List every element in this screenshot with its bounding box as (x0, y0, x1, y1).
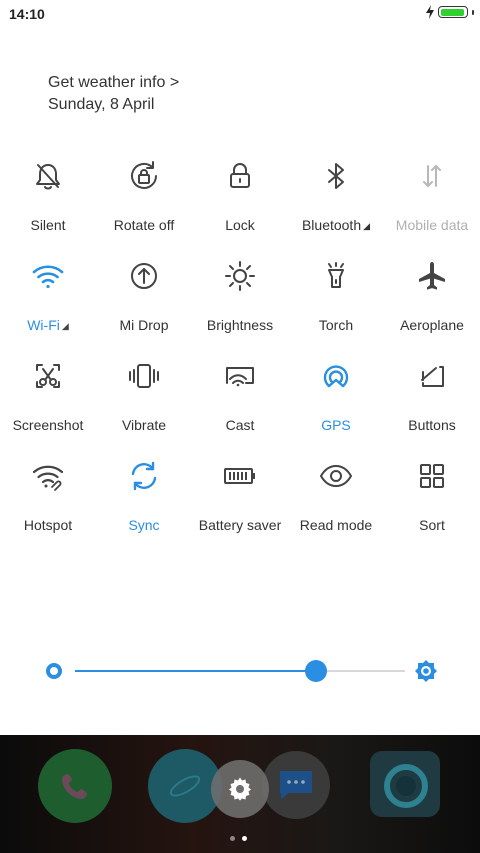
status-time: 14:10 (9, 6, 45, 22)
toggle-label: Read mode (299, 517, 373, 533)
toggle-cast[interactable]: Cast (192, 350, 288, 450)
toggle-label: Sort (419, 517, 445, 533)
toggle-label: Brightness (206, 317, 274, 333)
brightness-icon (225, 261, 255, 291)
toggle-screenshot[interactable]: Screenshot (0, 350, 96, 450)
phone-icon (62, 774, 87, 799)
toggle-label: Wi-Fi ◢ (27, 317, 69, 333)
vibrate-icon (129, 364, 159, 388)
toggle-label: Vibrate (121, 417, 167, 433)
toggle-label: Screenshot (12, 417, 84, 433)
toggle-lock[interactable]: Lock (192, 150, 288, 250)
toggle-label: Aeroplane (400, 317, 464, 333)
toggle-label: Hotspot (23, 517, 73, 533)
gps-icon (323, 365, 349, 388)
torch-icon (328, 262, 344, 288)
toggle-read-mode[interactable]: Read mode (288, 450, 384, 550)
status-icons (425, 5, 474, 19)
toggle-sync[interactable]: Sync (96, 450, 192, 550)
gear-icon (229, 777, 251, 801)
status-bar: 14:10 (0, 0, 480, 28)
settings-button[interactable] (211, 760, 269, 818)
toggle-gps[interactable]: GPS (288, 350, 384, 450)
expand-triangle-icon: ◢ (363, 221, 371, 231)
toggle-aeroplane[interactable]: Aeroplane (384, 250, 480, 350)
toggle-label: Lock (225, 217, 255, 233)
brightness-slider[interactable] (0, 650, 480, 694)
toggle-label: Battery saver (198, 517, 282, 533)
toggle-battery-saver[interactable]: Battery saver (192, 450, 288, 550)
weather-widget[interactable]: Get weather info > Sunday, 8 April (48, 72, 179, 116)
toggle-label: Rotate off (113, 217, 175, 233)
camera-app[interactable] (370, 751, 440, 817)
brightness-knob[interactable] (305, 660, 327, 682)
toggle-label: GPS (321, 417, 351, 433)
screenshot-icon (36, 364, 60, 388)
page-indicator (230, 836, 247, 841)
aeroplane-icon (419, 262, 445, 290)
toggle-mi-drop[interactable]: Mi Drop (96, 250, 192, 350)
silent-icon (36, 164, 60, 190)
brightness-track[interactable] (75, 670, 405, 672)
toggle-wifi[interactable]: Wi-Fi ◢ (0, 250, 96, 350)
toggle-mobile-data[interactable]: Mobile data (384, 150, 480, 250)
toggle-rotate-off[interactable]: Rotate off (96, 150, 192, 250)
sort-icon (420, 464, 444, 488)
brightness-fill (75, 670, 316, 672)
toggle-torch[interactable]: Torch (288, 250, 384, 350)
messages-app[interactable] (262, 751, 330, 819)
mobile-data-icon (423, 165, 441, 187)
battery-saver-icon (224, 468, 255, 484)
toggle-brightness[interactable]: Brightness (192, 250, 288, 350)
lock-icon (230, 163, 250, 188)
buttons-icon (421, 366, 444, 387)
toggle-hotspot[interactable]: Hotspot (0, 450, 96, 550)
toggle-buttons[interactable]: Buttons (384, 350, 480, 450)
toggle-vibrate[interactable]: Vibrate (96, 350, 192, 450)
rotate-off-icon (131, 161, 157, 189)
toggle-label: Silent (30, 217, 66, 233)
toggle-label: Buttons (408, 417, 456, 433)
toggle-label: Mobile data (395, 217, 469, 233)
toggle-label: Torch (318, 317, 354, 333)
expand-triangle-icon: ◢ (61, 321, 69, 331)
bluetooth-icon (328, 163, 344, 189)
toggle-label: Sync (128, 517, 160, 533)
toggle-bluetooth[interactable]: Bluetooth ◢ (288, 150, 384, 250)
messages-icon (280, 771, 312, 799)
browser-icon (169, 775, 201, 797)
battery-tip (472, 9, 474, 15)
wifi-icon (32, 265, 64, 289)
hotspot-icon (32, 465, 64, 491)
brightness-low-icon (46, 663, 62, 679)
toggle-label: Cast (225, 417, 255, 433)
camera-icon (384, 764, 428, 808)
weather-link[interactable]: Get weather info > (48, 72, 179, 94)
toggle-silent[interactable]: Silent (0, 150, 96, 250)
brightness-high-icon (415, 660, 437, 682)
date-label: Sunday, 8 April (48, 96, 155, 113)
mi-drop-icon (131, 263, 157, 289)
charging-icon (426, 5, 434, 19)
battery-icon (438, 6, 468, 18)
page-dot (230, 836, 235, 841)
phone-app[interactable] (38, 749, 112, 823)
toggle-label: Mi Drop (119, 317, 169, 333)
cast-icon (226, 367, 254, 387)
toggle-label: Bluetooth ◢ (301, 217, 371, 233)
read-mode-icon (320, 465, 352, 487)
toggle-sort[interactable]: Sort (384, 450, 480, 550)
page-dot-active (242, 836, 247, 841)
sync-icon (131, 461, 157, 491)
